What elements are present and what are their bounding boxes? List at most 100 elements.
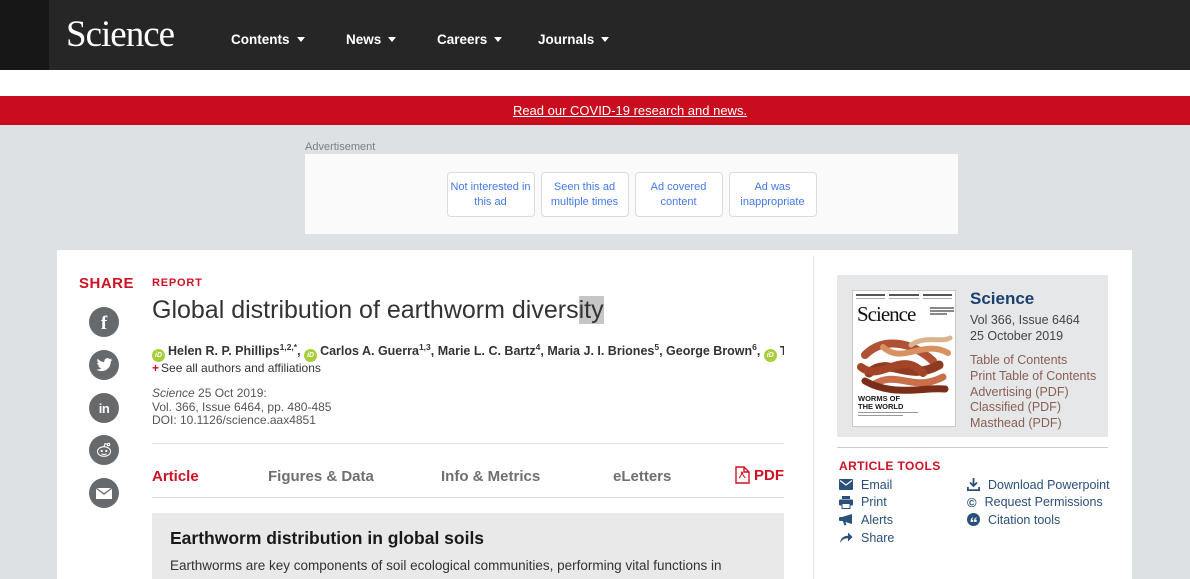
tab-pdf[interactable]: PDF	[735, 466, 784, 484]
author-name[interactable]: Helen R. P. Phillips	[168, 344, 280, 358]
nav-item-news[interactable]: News	[346, 32, 396, 47]
tool-citation-tools[interactable]: Citation tools	[967, 511, 1110, 529]
issue-links: Table of Contents Print Table of Content…	[970, 353, 1096, 432]
nav-item-careers[interactable]: Careers	[437, 32, 502, 47]
article-type-kicker: REPORT	[152, 277, 203, 289]
plus-icon: +	[152, 361, 159, 375]
nav-item-contents[interactable]: Contents	[231, 32, 305, 47]
cover-masthead-strip	[856, 294, 952, 302]
see-all-authors-link[interactable]: +See all authors and affiliations	[152, 361, 321, 375]
issue-journal-title[interactable]: Science	[970, 289, 1096, 309]
article-tools-heading: ARTICLE TOOLS	[839, 459, 941, 473]
link-table-of-contents[interactable]: Table of Contents	[970, 353, 1096, 369]
tab-article[interactable]: Article	[152, 468, 199, 485]
link-masthead-pdf[interactable]: Masthead (PDF)	[970, 416, 1096, 432]
issue-info-box: Science	[837, 275, 1108, 437]
ad-feedback-seen-multiple[interactable]: Seen this ad multiple times	[541, 172, 629, 217]
divider	[152, 443, 784, 444]
issue-date: 25 October 2019	[970, 328, 1096, 344]
email-icon	[839, 479, 853, 490]
link-classified-pdf[interactable]: Classified (PDF)	[970, 400, 1096, 416]
ad-feedback-buttons: Not interested in this ad Seen this ad m…	[305, 172, 958, 217]
tab-figures-data[interactable]: Figures & Data	[268, 468, 374, 485]
navbar-left-strip	[0, 0, 49, 70]
issue-meta: Science Vol 366, Issue 6464 25 October 2…	[970, 289, 1096, 432]
article-tools-right: Download Powerpoint © Request Permission…	[967, 476, 1110, 529]
article-content: REPORT Global distribution of earthworm …	[152, 250, 784, 579]
tool-download-powerpoint[interactable]: Download Powerpoint	[967, 476, 1110, 494]
chevron-down-icon	[388, 37, 396, 42]
advertisement-label: Advertisement	[305, 141, 375, 153]
summary-box: Earthworm distribution in global soils E…	[152, 513, 784, 579]
selected-text: ity	[579, 296, 604, 324]
ad-feedback-covered-content[interactable]: Ad covered content	[635, 172, 723, 217]
top-navbar: Science Contents News Careers Journals	[0, 0, 1190, 70]
ad-feedback-not-interested[interactable]: Not interested in this ad	[447, 172, 535, 217]
chevron-down-icon	[494, 37, 502, 42]
citation-icon	[967, 513, 980, 526]
twitter-icon	[96, 358, 113, 372]
author-name[interactable]: Maria J. I. Briones	[547, 344, 654, 358]
chevron-down-icon	[601, 37, 609, 42]
science-logo[interactable]: Science	[66, 13, 174, 56]
linkedin-icon: in	[99, 401, 110, 416]
right-sidebar: Science	[837, 250, 1108, 579]
facebook-icon: f	[101, 313, 107, 335]
reddit-icon	[95, 442, 113, 458]
share-twitter-button[interactable]	[89, 350, 119, 380]
share-facebook-button[interactable]: f	[89, 307, 119, 337]
author-name[interactable]: Carlos A. Guerra	[320, 344, 419, 358]
share-label: SHARE	[79, 275, 134, 292]
email-icon	[95, 487, 113, 500]
covid-banner-link[interactable]: Read our COVID-19 research and news.	[513, 96, 747, 125]
journal-cover-image[interactable]: Science	[852, 290, 956, 427]
citation-doi: DOI: 10.1126/science.aax4851	[152, 414, 331, 428]
header-spacer	[0, 70, 1190, 96]
download-icon	[967, 478, 980, 491]
copyright-icon: ©	[967, 496, 977, 509]
tool-request-permissions[interactable]: © Request Permissions	[967, 494, 1110, 512]
divider	[152, 497, 784, 498]
author-list: iDHelen R. P. Phillips1,2,*, iDCarlos A.…	[152, 342, 784, 362]
citation-volume: Vol. 366, Issue 6464, pp. 480-485	[152, 401, 331, 415]
share-arrow-icon	[839, 532, 853, 544]
tab-eletters[interactable]: eLetters	[613, 468, 671, 485]
citation-journal-date: Science 25 Oct 2019:	[152, 387, 331, 401]
article-title: Global distribution of earthworm diversi…	[152, 296, 604, 325]
article-tools-left: Email Print Alerts Share	[839, 476, 894, 546]
tool-share[interactable]: Share	[839, 529, 894, 547]
article-card: SHARE f in REPORT Global distribution of…	[57, 250, 1132, 579]
summary-heading: Earthworm distribution in global soils	[170, 528, 766, 549]
page: Science Contents News Careers Journals R…	[0, 0, 1190, 579]
cover-title: WORMS OF THE WORLD	[858, 395, 903, 411]
nav-item-journals[interactable]: Journals	[538, 32, 609, 47]
tool-email[interactable]: Email	[839, 476, 894, 494]
link-print-table-of-contents[interactable]: Print Table of Contents	[970, 369, 1096, 385]
cover-science-logo: Science	[857, 302, 915, 327]
alerts-icon	[839, 514, 853, 526]
cover-issue-info	[930, 307, 954, 316]
advertisement-box: Not interested in this ad Seen this ad m…	[305, 154, 958, 234]
tab-info-metrics[interactable]: Info & Metrics	[441, 468, 540, 485]
author-name[interactable]: Marie L. C. Bartz	[438, 344, 536, 358]
article-tabs: Article Figures & Data Info & Metrics eL…	[152, 455, 784, 497]
ad-feedback-inappropriate[interactable]: Ad was inappropriate	[729, 172, 817, 217]
issue-volume: Vol 366, Issue 6464	[970, 312, 1096, 328]
divider	[837, 447, 1108, 448]
cover-subtitle-lines	[858, 412, 918, 418]
tool-print[interactable]: Print	[839, 494, 894, 512]
share-email-button[interactable]	[89, 478, 119, 508]
covid-banner: Read our COVID-19 research and news.	[0, 96, 1190, 125]
orcid-icon[interactable]: iD	[764, 349, 777, 362]
summary-text: Earthworms are key components of soil ec…	[170, 558, 766, 573]
tool-alerts[interactable]: Alerts	[839, 511, 894, 529]
print-icon	[839, 496, 853, 509]
chevron-down-icon	[297, 37, 305, 42]
author-name[interactable]: Thomas W. Cr...	[780, 344, 784, 358]
share-linkedin-button[interactable]: in	[89, 393, 119, 423]
pdf-icon	[735, 466, 750, 484]
share-reddit-button[interactable]	[89, 435, 119, 465]
content-sidebar-divider	[813, 256, 814, 579]
link-advertising-pdf[interactable]: Advertising (PDF)	[970, 385, 1096, 401]
author-name[interactable]: George Brown	[666, 344, 752, 358]
